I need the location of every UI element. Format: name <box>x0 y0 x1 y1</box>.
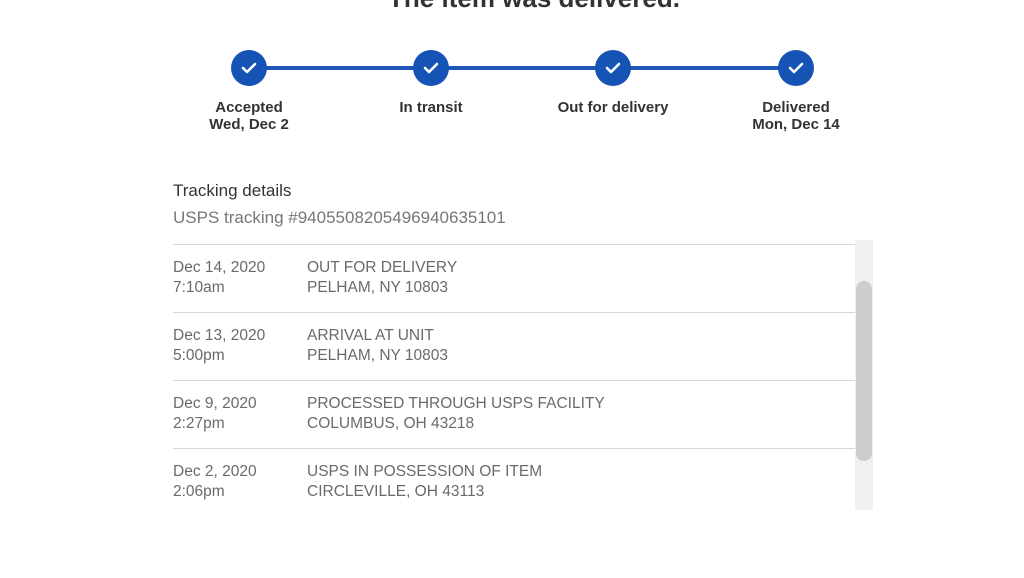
event-time: 2:06pm <box>173 483 225 500</box>
step-in-transit: In transit <box>351 50 511 116</box>
step-out-for-delivery: Out for delivery <box>533 50 693 116</box>
step-label: In transit <box>399 99 463 116</box>
event-date: Dec 13, 2020 <box>173 327 266 344</box>
step-label: Delivered <box>762 99 830 116</box>
tracking-event-row: Dec 2, 2020 2:06pm USPS IN POSSESSION OF… <box>173 449 855 511</box>
check-icon <box>595 50 631 86</box>
event-time: 5:00pm <box>173 347 225 364</box>
scrollbar-thumb[interactable] <box>856 281 872 461</box>
tracking-number: USPS tracking #9405508205496940635101 <box>173 208 506 227</box>
event-time: 2:27pm <box>173 415 225 432</box>
check-icon <box>778 50 814 86</box>
tracking-details-title: Tracking details <box>173 181 292 200</box>
tracking-event-row: Dec 13, 2020 5:00pm ARRIVAL AT UNIT PELH… <box>173 313 855 381</box>
event-status: PROCESSED THROUGH USPS FACILITY <box>307 395 605 412</box>
step-delivered: Delivered Mon, Dec 14 <box>716 50 876 133</box>
event-location: CIRCLEVILLE, OH 43113 <box>307 483 485 500</box>
step-label: Out for delivery <box>557 99 669 116</box>
event-status: ARRIVAL AT UNIT <box>307 327 434 344</box>
event-time: 7:10am <box>173 279 225 296</box>
progress-line <box>249 66 796 70</box>
event-location: PELHAM, NY 10803 <box>307 279 449 296</box>
scrollbar-track[interactable] <box>855 240 873 510</box>
event-location: COLUMBUS, OH 43218 <box>307 415 475 432</box>
check-icon <box>413 50 449 86</box>
event-status: OUT FOR DELIVERY <box>307 259 458 276</box>
step-date: Wed, Dec 2 <box>209 116 289 133</box>
event-status: USPS IN POSSESSION OF ITEM <box>307 463 543 480</box>
step-label: Accepted <box>215 99 283 116</box>
tracking-event-row: Dec 14, 2020 7:10am OUT FOR DELIVERY PEL… <box>173 245 855 313</box>
event-location: PELHAM, NY 10803 <box>307 347 449 364</box>
tracking-events-list[interactable]: Dec 14, 2020 7:10am OUT FOR DELIVERY PEL… <box>173 244 855 511</box>
step-date: Mon, Dec 14 <box>752 116 840 133</box>
delivery-progress: Accepted Wed, Dec 2 In transit Out for d… <box>0 0 1024 150</box>
event-date: Dec 2, 2020 <box>173 463 257 480</box>
event-date: Dec 9, 2020 <box>173 395 257 412</box>
step-accepted: Accepted Wed, Dec 2 <box>169 50 329 133</box>
check-icon <box>231 50 267 86</box>
tracking-event-row: Dec 9, 2020 2:27pm PROCESSED THROUGH USP… <box>173 381 855 449</box>
event-date: Dec 14, 2020 <box>173 259 266 276</box>
tracking-page: The item was delivered. Accepted Wed, De… <box>0 0 1024 578</box>
